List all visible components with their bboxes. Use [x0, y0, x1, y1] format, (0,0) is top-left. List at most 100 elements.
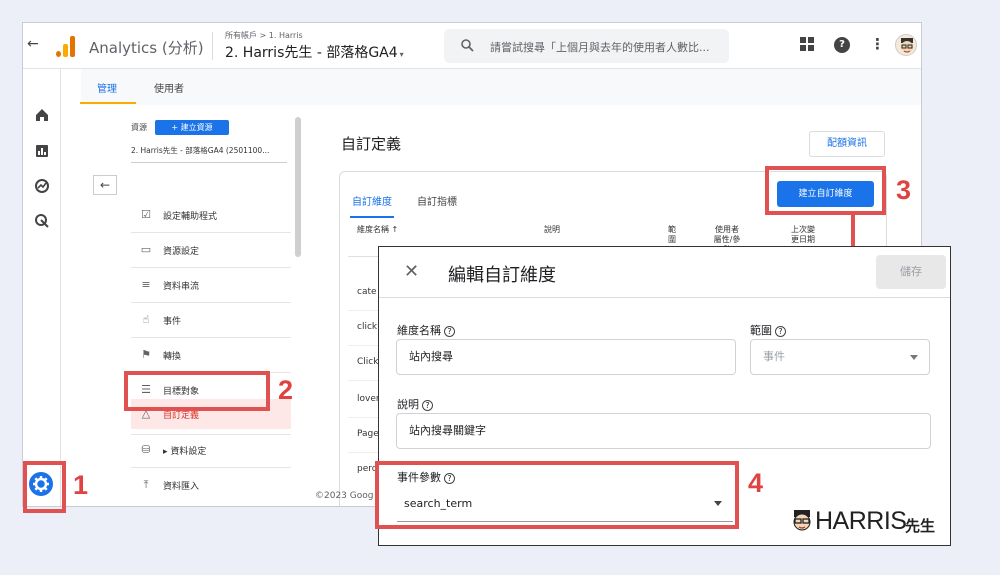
account-breadcrumb[interactable]: 所有帳戶 > 1. Harris: [225, 30, 303, 41]
admin-left-nav: 資源 + 建立資源 2. Harris先生 - 部落格GA4 (2501100.…: [81, 105, 303, 506]
column-header-scope[interactable]: 範 圍: [666, 225, 678, 245]
divider: [131, 232, 291, 233]
description-input[interactable]: 站內搜尋關鍵字: [396, 413, 931, 449]
divider: [131, 302, 291, 303]
table-row[interactable]: click: [357, 322, 377, 332]
brand-face-icon: [793, 510, 811, 531]
nav-item-label: 資料串流: [163, 282, 200, 292]
divider: [131, 267, 291, 268]
back-arrow-icon[interactable]: ←: [27, 36, 39, 52]
checklist-icon: ☑: [141, 208, 151, 221]
divider: [131, 337, 291, 338]
table-row[interactable]: lover: [357, 394, 380, 404]
column-header-dimension-name[interactable]: 維度名稱 ↑: [357, 225, 398, 235]
nav-item-label: ▸ 資料設定: [163, 447, 207, 457]
column-header-description[interactable]: 說明: [544, 225, 560, 235]
save-button[interactable]: 儲存: [876, 255, 946, 289]
active-tab-indicator: [80, 102, 136, 104]
tab-custom-dimensions[interactable]: 自訂維度: [352, 193, 392, 208]
active-subtab-indicator: [350, 216, 394, 218]
advertising-icon[interactable]: [34, 213, 50, 229]
divider: [212, 32, 213, 60]
scope-select[interactable]: 事件: [750, 339, 930, 375]
divider: [379, 297, 950, 298]
table-row[interactable]: Click: [357, 357, 378, 367]
search-bar[interactable]: 請嘗試搜尋「上個月與去年的使用者人數比...: [444, 29, 729, 63]
nav-item-label: 設定輔助程式: [163, 212, 218, 222]
flag-icon: ⚑: [141, 348, 151, 361]
quota-info-button[interactable]: 配額資訊: [809, 131, 885, 157]
nav-item-label: 資料匯入: [163, 482, 200, 492]
nav-item-label: 事件: [163, 317, 182, 327]
search-placeholder: 請嘗試搜尋「上個月與去年的使用者人數比...: [490, 41, 710, 54]
column-header-last-changed[interactable]: 上次變 更日期: [786, 225, 820, 245]
brand-sub: 先生: [905, 517, 936, 535]
tab-custom-metrics[interactable]: 自訂指標: [417, 193, 457, 208]
dimension-name-input[interactable]: 站內搜尋: [396, 339, 736, 375]
divider: [131, 467, 291, 468]
chevron-down-icon: [910, 355, 918, 360]
nav-item-data-import[interactable]: ⤒ 資料匯入: [131, 470, 291, 500]
table-row[interactable]: perc: [357, 464, 377, 474]
data-streams-icon: ≡: [141, 278, 151, 291]
nav-back-button[interactable]: ←: [93, 175, 117, 195]
touch-icon: ☝: [142, 313, 150, 326]
apps-grid-icon[interactable]: [800, 37, 814, 51]
top-app-bar: ← Analytics (分析) 所有帳戶 > 1. Harris 2. Har…: [23, 23, 921, 69]
analytics-logo-icon[interactable]: [56, 35, 76, 57]
highlight-box-2: [124, 371, 270, 411]
nav-item-label: 轉換: [163, 352, 182, 362]
resource-label: 資源: [131, 123, 147, 132]
help-icon[interactable]: ?: [775, 326, 786, 337]
dimension-name-label: 維度名稱?: [397, 322, 455, 338]
create-resource-button[interactable]: + 建立資源: [155, 120, 229, 135]
left-rail: [23, 69, 61, 506]
help-icon[interactable]: ?: [422, 400, 433, 411]
page-title: 自訂定義: [341, 135, 402, 153]
more-vert-icon[interactable]: ⋮: [870, 35, 885, 53]
step-number-1: 1: [73, 470, 89, 500]
help-icon[interactable]: ?: [834, 37, 850, 53]
brand-text: HARRIS: [815, 507, 907, 535]
tab-admin[interactable]: 管理: [97, 80, 117, 95]
nav-scrollbar[interactable]: [295, 117, 301, 257]
nav-item-setup-assistant[interactable]: ☑ 設定輔助程式: [131, 200, 291, 230]
gear-icon: [33, 476, 49, 492]
nav-item-events[interactable]: ☝ 事件: [131, 305, 291, 335]
dialog-title: 編輯自訂維度: [448, 265, 556, 286]
table-row[interactable]: Page: [357, 429, 379, 439]
highlight-box-4: [375, 461, 739, 529]
nav-item-property-settings[interactable]: ▭ 資源設定: [131, 235, 291, 265]
step-number-3: 3: [896, 175, 912, 205]
admin-tab-bar: 管理 使用者: [81, 69, 921, 105]
property-name: 2. Harris先生 - 部落格GA4: [225, 45, 398, 61]
tab-users[interactable]: 使用者: [154, 80, 184, 95]
app-title: Analytics (分析): [89, 39, 204, 57]
help-icon[interactable]: ?: [444, 326, 455, 337]
property-select[interactable]: 2. Harris先生 - 部落格GA4 (2501100...: [131, 145, 287, 163]
nav-item-conversions[interactable]: ⚑ 轉換: [131, 340, 291, 370]
admin-gear-button[interactable]: [29, 472, 53, 496]
search-icon: [461, 39, 474, 52]
property-settings-icon: ▭: [140, 243, 152, 256]
caret-down-icon: ▾: [399, 50, 404, 59]
database-icon: ⛁: [141, 443, 151, 456]
scope-label: 範圍?: [750, 322, 786, 338]
highlight-box-3: [765, 166, 886, 215]
explore-icon[interactable]: [34, 178, 50, 194]
description-label: 說明?: [397, 396, 433, 412]
close-icon[interactable]: ✕: [404, 261, 419, 282]
home-icon[interactable]: [34, 107, 50, 123]
nav-item-data-streams[interactable]: ≡ 資料串流: [131, 270, 291, 300]
scope-value: 事件: [763, 350, 785, 363]
copyright: ©2023 Goog: [315, 491, 374, 501]
avatar[interactable]: [895, 34, 917, 56]
nav-item-data-settings[interactable]: ⛁ ▸ 資料設定: [131, 435, 291, 465]
step-number-4: 4: [748, 468, 764, 498]
nav-item-label: 資源設定: [163, 247, 200, 257]
table-row[interactable]: cate: [357, 287, 377, 297]
property-picker[interactable]: 2. Harris先生 - 部落格GA4 ▾: [225, 42, 404, 62]
step-number-2: 2: [278, 375, 294, 405]
upload-icon: ⤒: [143, 478, 149, 491]
reports-icon[interactable]: [34, 143, 50, 159]
